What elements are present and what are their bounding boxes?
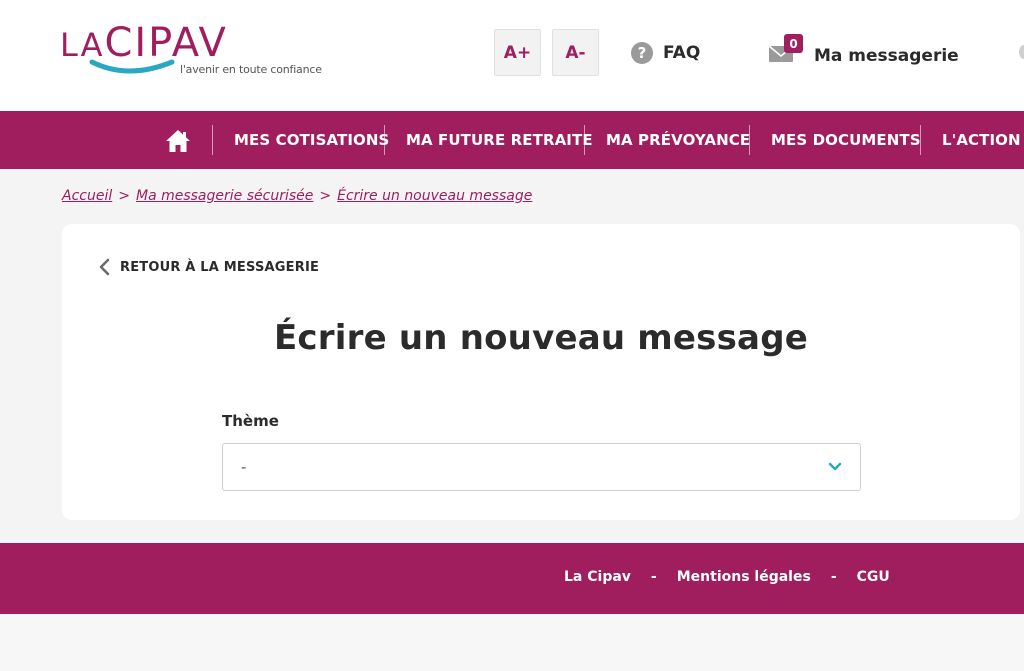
nav-item-future-retraite[interactable]: MA FUTURE RETRAITE	[406, 111, 593, 169]
nav-item-cotisations[interactable]: MES COTISATIONS	[234, 111, 389, 169]
unread-count-badge: 0	[784, 34, 803, 53]
footer-link-mentions-legales[interactable]: Mentions légales	[677, 569, 811, 585]
cipav-logo[interactable]: LACIPAV l'avenir en toute confiance	[60, 20, 322, 80]
mail-icon-wrap: 0	[768, 34, 803, 68]
breadcrumb-separator: >	[319, 188, 332, 204]
header-edge-icon	[1019, 45, 1024, 59]
back-label: RETOUR À LA MESSAGERIE	[120, 259, 320, 275]
breadcrumb-messagerie[interactable]: Ma messagerie sécurisée	[136, 188, 313, 204]
theme-select[interactable]: -	[222, 443, 861, 491]
nav-item-documents[interactable]: MES DOCUMENTS	[771, 111, 921, 169]
main-nav: MES COTISATIONS MA FUTURE RETRAITE MA PR…	[0, 111, 1024, 169]
breadcrumb-separator: >	[118, 188, 130, 204]
footer-link-cgu[interactable]: CGU	[857, 569, 890, 585]
breadcrumb: Accueil > Ma messagerie sécurisée > Écrire u…	[62, 188, 532, 204]
footer-separator: -	[650, 569, 657, 585]
chevron-down-icon	[828, 462, 842, 471]
footer-links: La Cipav - Mentions légales - CGU	[564, 569, 890, 585]
breadcrumb-accueil[interactable]: Accueil	[62, 188, 112, 204]
footer-separator: -	[830, 569, 837, 585]
logo-swoosh-icon	[89, 59, 175, 74]
nav-item-prevoyance[interactable]: MA PRÉVOYANCE	[606, 111, 750, 169]
nav-separator	[920, 125, 921, 155]
new-message-card: RETOUR À LA MESSAGERIE Écrire un nouveau…	[62, 224, 1020, 520]
nav-item-action-sociale[interactable]: L'ACTION SOCIALE	[942, 111, 1024, 169]
question-icon: ?	[631, 42, 653, 64]
breadcrumb-current[interactable]: Écrire un nouveau message	[337, 188, 532, 204]
nav-separator	[212, 125, 213, 155]
faq-label: FAQ	[663, 43, 701, 63]
site-header: LACIPAV l'avenir en toute confiance A+ A…	[0, 0, 1024, 111]
site-footer: La Cipav - Mentions légales - CGU	[0, 543, 1024, 614]
nav-separator	[749, 125, 750, 155]
messagerie-link[interactable]: 0 Ma messagerie	[768, 30, 959, 74]
logo-tagline: l'avenir en toute confiance	[180, 63, 322, 76]
theme-label: Thème	[222, 412, 279, 430]
messagerie-label: Ma messagerie	[814, 46, 959, 66]
font-decrease-button[interactable]: A-	[552, 29, 599, 76]
footer-link-la-cipav[interactable]: La Cipav	[564, 569, 631, 585]
chevron-left-icon	[99, 258, 110, 276]
nav-separator	[384, 125, 385, 155]
nav-separator	[584, 125, 585, 155]
page-title: Écrire un nouveau message	[274, 318, 808, 358]
theme-selected-value: -	[241, 458, 247, 476]
back-to-messagerie-link[interactable]: RETOUR À LA MESSAGERIE	[98, 258, 319, 276]
faq-link[interactable]: ? FAQ	[631, 40, 700, 66]
font-increase-button[interactable]: A+	[494, 29, 541, 76]
page-bottom	[0, 614, 1024, 671]
home-icon[interactable]	[164, 128, 192, 154]
